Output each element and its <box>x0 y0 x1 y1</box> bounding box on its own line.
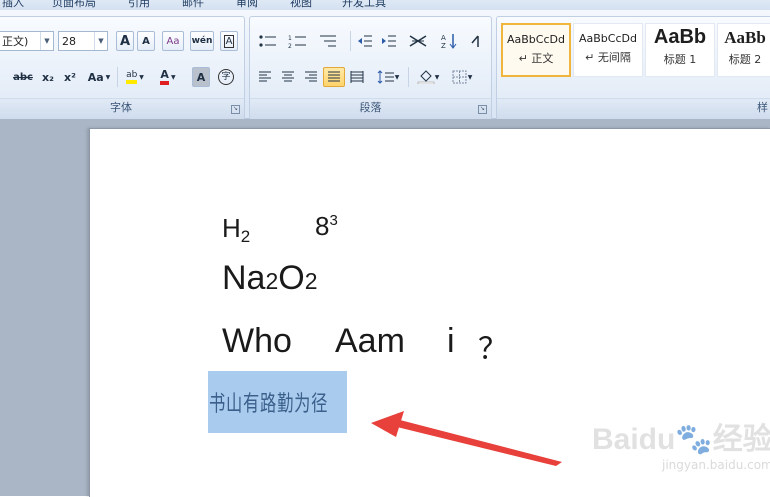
arrow-head <box>371 411 404 437</box>
watermark-url: jingyan.baidu.com <box>662 458 770 472</box>
watermark-brand: Baidu🐾经验 <box>592 423 770 456</box>
arrow-shaft <box>397 420 562 466</box>
baidu-watermark: Baidu🐾经验 jingyan.baidu.com <box>588 412 770 492</box>
paw-icon: 🐾 <box>675 423 713 456</box>
